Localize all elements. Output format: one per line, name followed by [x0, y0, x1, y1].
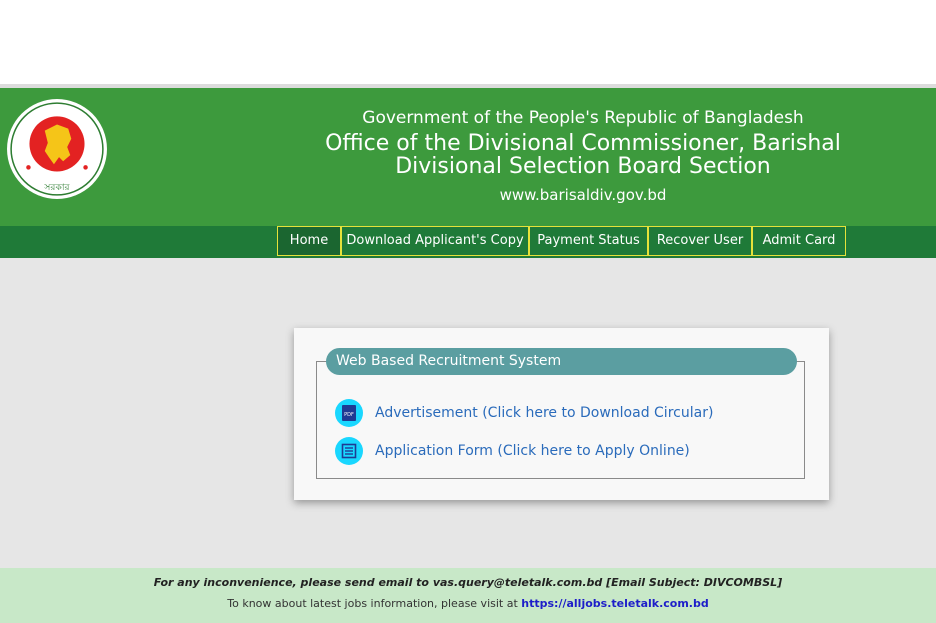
seal-text-bottom: সরকার [43, 182, 70, 193]
application-form-link[interactable]: Application Form (Click here to Apply On… [375, 443, 690, 459]
government-title: Government of the People's Republic of B… [362, 108, 804, 128]
footer: For any inconvenience, please send email… [0, 568, 936, 623]
section-title: Divisional Selection Board Section [395, 154, 771, 179]
svg-text:PDF: PDF [344, 412, 354, 418]
alljobs-link[interactable]: https://alljobs.teletalk.com.bd [521, 597, 708, 610]
recruitment-panel: Web Based Recruitment System PDF Adverti… [294, 328, 829, 500]
form-icon [335, 437, 363, 465]
footer-jobs-info: To know about latest jobs information, p… [0, 597, 936, 610]
nav-download-applicants-copy[interactable]: Download Applicant's Copy [341, 226, 529, 256]
advertisement-link[interactable]: Advertisement (Click here to Download Ci… [375, 405, 713, 421]
nav-bar: Home Download Applicant's Copy Payment S… [0, 226, 936, 258]
pdf-icon: PDF [335, 399, 363, 427]
footer-email-notice: For any inconvenience, please send email… [153, 576, 783, 589]
panel-title: Web Based Recruitment System [326, 348, 797, 375]
office-title: Office of the Divisional Commissioner, B… [325, 131, 841, 156]
advertisement-link-row[interactable]: PDF Advertisement (Click here to Downloa… [335, 399, 713, 427]
nav-recover-user[interactable]: Recover User [648, 226, 752, 256]
header-banner: সরকার Government of the People's Republi… [0, 88, 936, 226]
nav-home[interactable]: Home [277, 226, 341, 256]
nav-admit-card[interactable]: Admit Card [752, 226, 846, 256]
website-text: www.barisaldiv.gov.bd [499, 186, 667, 204]
application-form-link-row[interactable]: Application Form (Click here to Apply On… [335, 437, 690, 465]
top-blank-area [0, 0, 936, 84]
nav-payment-status[interactable]: Payment Status [529, 226, 648, 256]
footer-jobs-text: To know about latest jobs information, p… [227, 597, 518, 610]
government-seal-logo: সরকার [7, 99, 107, 199]
